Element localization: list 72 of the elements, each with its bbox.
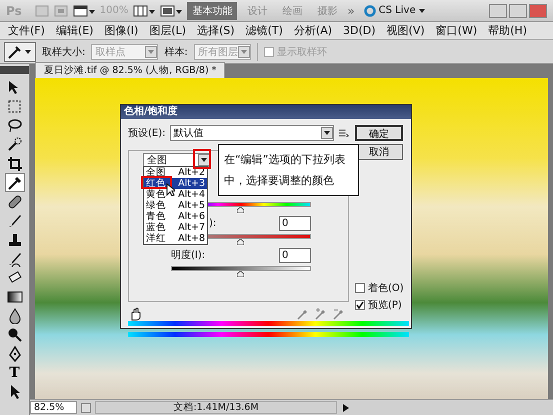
menu-item[interactable]: 3D(D) — [343, 24, 376, 37]
dropdown-value: 所有图层 — [198, 46, 238, 58]
dropdown-option[interactable]: 洋红 Alt+8 — [144, 233, 207, 244]
dodge-icon — [6, 326, 24, 343]
crop-icon — [6, 155, 24, 172]
caret-icon — [418, 8, 425, 12]
arrange-icon[interactable] — [133, 4, 156, 16]
more-workspaces-button[interactable]: » — [347, 4, 355, 18]
menu-item[interactable]: 文件(F) — [8, 23, 45, 38]
zoom-field[interactable]: 82.5% — [30, 401, 77, 414]
menu-item[interactable]: 分析(A) — [294, 23, 332, 38]
app-logo: Ps — [6, 4, 22, 18]
dropdown-option[interactable]: 黄色 Alt+4 — [144, 189, 207, 200]
checkbox[interactable] — [355, 300, 365, 310]
highlight-frame — [193, 149, 211, 169]
eyedropper-icon[interactable] — [297, 308, 309, 320]
preset-dropdown[interactable]: 默认值 — [170, 125, 334, 141]
menu-item[interactable]: 图层(L) — [149, 23, 186, 38]
dialog-title: 色相/饱和度 — [121, 105, 411, 119]
menu-item[interactable]: 滤镜(T) — [246, 23, 283, 38]
dialog-button[interactable]: 确定 — [355, 125, 403, 141]
menu-item[interactable]: 窗口(W) — [436, 23, 478, 38]
ring-icon — [364, 4, 376, 16]
screen-icon[interactable] — [160, 4, 182, 16]
dropdown-value: 取样点 — [95, 46, 126, 58]
eyedropper-icon — [6, 174, 24, 191]
menu-item[interactable]: 图像(I) — [104, 23, 138, 38]
menu-item[interactable]: 编辑(E) — [56, 23, 94, 38]
dropdown-option[interactable]: 绿色 Alt+5 — [144, 200, 207, 211]
info-icon[interactable] — [81, 402, 91, 412]
maximize-button[interactable] — [509, 4, 527, 18]
workspace-button[interactable]: 基本功能 — [187, 2, 238, 20]
value-field[interactable]: 0 — [279, 216, 311, 230]
cs-live-button[interactable]: CS Live — [378, 5, 416, 16]
dropdown-option[interactable]: 青色 Alt+6 — [144, 211, 207, 222]
close-button[interactable] — [529, 4, 547, 18]
check-icon — [356, 301, 364, 309]
checkbox-label: 着色(O) — [368, 282, 404, 295]
menu-item[interactable]: 视图(V) — [386, 23, 425, 38]
eyedropper-tool[interactable] — [4, 173, 24, 192]
document-size: 文档:1.41M/13.6M — [95, 401, 337, 414]
panel-header-bar — [0, 66, 29, 74]
checkbox-label: 显示取样环 — [276, 46, 327, 58]
minimize-button[interactable] — [489, 4, 507, 18]
field-label: 取样大小: — [42, 46, 86, 58]
list-options-icon[interactable] — [338, 128, 349, 138]
value-field[interactable]: 0 — [279, 248, 311, 262]
dropdown-option[interactable]: 蓝色 Alt+7 — [144, 222, 207, 233]
eyedropper-plus-icon[interactable] — [315, 308, 327, 320]
tool-preset-picker[interactable] — [4, 42, 36, 62]
eyedropper-minus-icon[interactable] — [333, 308, 345, 320]
field-label: 预设(E): — [128, 127, 166, 140]
field-label: 样本: — [164, 46, 188, 58]
document-tab[interactable]: 夏日沙滩.tif @ 82.5% (人物, RGB/8) * — [35, 62, 226, 78]
screen-mode-icon[interactable] — [72, 4, 95, 16]
menu-item[interactable]: 帮助(H) — [488, 23, 527, 38]
dropdown-value: 全图 — [147, 154, 167, 167]
play-icon[interactable] — [341, 402, 351, 412]
cursor-icon — [166, 183, 175, 196]
quick-select-icon — [6, 136, 24, 153]
slider-label: ): — [209, 218, 216, 228]
checkbox-label: 预览(P) — [368, 299, 402, 312]
lasso-icon — [6, 117, 24, 134]
dropdown-value: 默认值 — [174, 127, 204, 140]
menu-item[interactable]: 选择(S) — [197, 23, 235, 38]
checkbox[interactable] — [264, 46, 274, 56]
caret-icon — [25, 50, 31, 54]
slider-label: 明度(I): — [171, 248, 206, 262]
checkbox[interactable] — [355, 283, 365, 293]
text-tool[interactable]: T — [4, 363, 24, 382]
marquee-icon — [6, 98, 24, 115]
callout-note: 在“编辑”选项的下拉列表中，选择要调整的颜色 — [218, 144, 359, 196]
